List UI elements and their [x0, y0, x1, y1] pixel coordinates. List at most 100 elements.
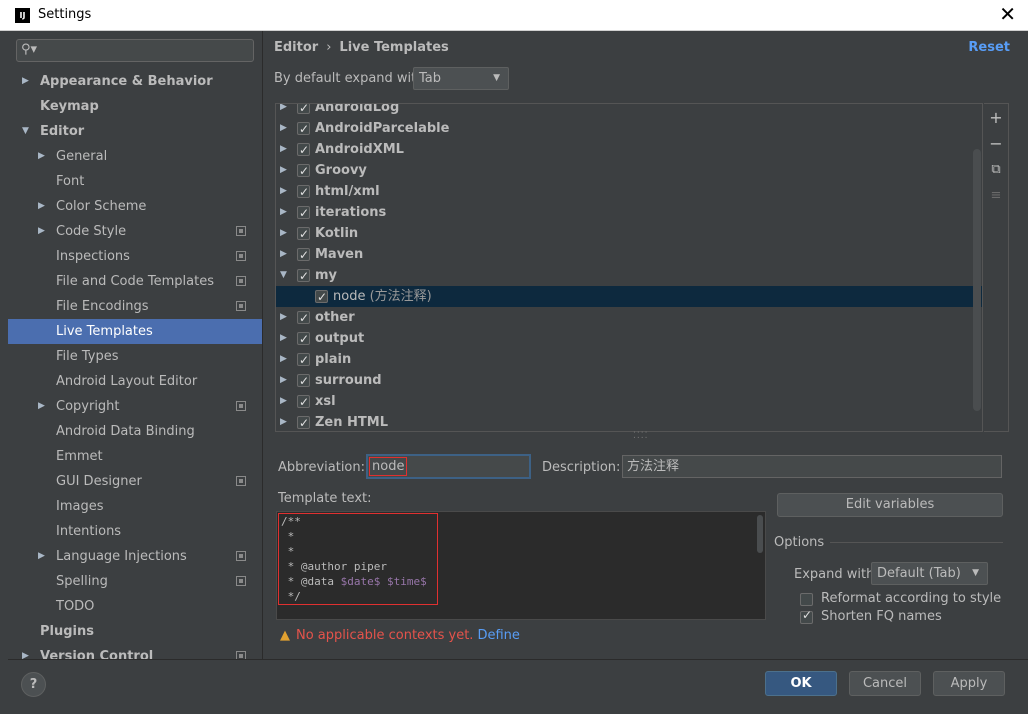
chevron-right-icon[interactable]: ▶: [280, 223, 287, 244]
template-group[interactable]: ▶ AndroidParcelable: [276, 118, 982, 140]
chevron-right-icon[interactable]: ▶: [280, 412, 287, 431]
chevron-right-icon[interactable]: ▶: [280, 370, 287, 391]
sidebar-item[interactable]: ▶ Language Injections: [8, 544, 262, 569]
reformat-checkbox[interactable]: [800, 593, 813, 606]
sidebar-item[interactable]: TODO: [8, 594, 262, 619]
template-group[interactable]: ▼ my: [276, 265, 982, 287]
search-input[interactable]: ⚲▾: [16, 39, 254, 62]
ok-button[interactable]: OK: [765, 671, 837, 696]
copy-icon[interactable]: ⧉: [989, 162, 1003, 178]
template-enabled-checkbox[interactable]: [297, 266, 310, 287]
abbreviation-input[interactable]: node: [366, 454, 531, 479]
default-expand-select[interactable]: Tab ▼: [413, 67, 509, 90]
template-group[interactable]: ▶ iterations: [276, 202, 982, 224]
templates-tree[interactable]: ▶ AndroidLog ▶ AndroidParcelable ▶ AndroidXML…: [275, 103, 983, 432]
template-group[interactable]: ▶ other: [276, 307, 982, 329]
sidebar-item[interactable]: Intentions: [8, 519, 262, 544]
template-item[interactable]: node (方法注释): [276, 286, 982, 308]
splitter-handle[interactable]: ⁚⁚⁚⁚: [633, 431, 648, 441]
add-icon[interactable]: +: [989, 110, 1003, 126]
chevron-right-icon[interactable]: ▶: [280, 328, 287, 349]
sidebar-item[interactable]: ▶ Appearance & Behavior: [8, 69, 262, 94]
chevron-right-icon[interactable]: ▶: [22, 69, 29, 94]
template-text-editor[interactable]: /** * * * @author piper * @data $date$ $…: [276, 511, 766, 620]
template-enabled-checkbox[interactable]: [297, 224, 310, 245]
sidebar-item[interactable]: ▶ Copyright: [8, 394, 262, 419]
template-enabled-checkbox[interactable]: [297, 182, 310, 203]
template-group[interactable]: ▶ Kotlin: [276, 223, 982, 245]
reset-link[interactable]: Reset: [968, 40, 1010, 55]
sidebar-item[interactable]: File Encodings: [8, 294, 262, 319]
template-group[interactable]: ▶ xsl: [276, 391, 982, 413]
sidebar-item[interactable]: Emmet: [8, 444, 262, 469]
chevron-right-icon[interactable]: ▶: [38, 144, 45, 169]
sidebar-item[interactable]: Inspections: [8, 244, 262, 269]
sidebar-item[interactable]: Images: [8, 494, 262, 519]
sidebar-item[interactable]: ▼ Editor: [8, 119, 262, 144]
sidebar-item[interactable]: Plugins: [8, 619, 262, 644]
template-enabled-checkbox[interactable]: [297, 308, 310, 329]
sidebar-item[interactable]: ▶ Color Scheme: [8, 194, 262, 219]
template-enabled-checkbox[interactable]: [297, 203, 310, 224]
chevron-right-icon[interactable]: ▶: [38, 544, 45, 569]
templates-scrollbar[interactable]: [973, 149, 981, 411]
sidebar-item[interactable]: Spelling: [8, 569, 262, 594]
template-enabled-checkbox[interactable]: [297, 350, 310, 371]
sidebar-item[interactable]: ▶ Code Style: [8, 219, 262, 244]
chevron-right-icon[interactable]: ▶: [38, 219, 45, 244]
chevron-right-icon[interactable]: ▶: [280, 160, 287, 181]
sidebar-item[interactable]: Live Templates: [8, 319, 262, 344]
template-group[interactable]: ▶ plain: [276, 349, 982, 371]
chevron-right-icon[interactable]: ▶: [22, 644, 29, 659]
template-group[interactable]: ▶ Maven: [276, 244, 982, 266]
remove-icon[interactable]: −: [989, 136, 1003, 152]
sidebar-item[interactable]: GUI Designer: [8, 469, 262, 494]
template-enabled-checkbox[interactable]: [297, 392, 310, 413]
chevron-down-icon[interactable]: ▼: [280, 265, 287, 286]
chevron-right-icon[interactable]: ▶: [280, 307, 287, 328]
template-group[interactable]: ▶ Groovy: [276, 160, 982, 182]
template-enabled-checkbox[interactable]: [297, 245, 310, 266]
chevron-right-icon[interactable]: ▶: [280, 202, 287, 223]
template-enabled-checkbox[interactable]: [297, 413, 310, 431]
description-input[interactable]: 方法注释: [622, 455, 1002, 478]
chevron-down-icon[interactable]: ▼: [22, 119, 29, 144]
expand-with-select[interactable]: Default (Tab) ▼: [871, 562, 988, 585]
cancel-button[interactable]: Cancel: [849, 671, 921, 696]
template-group[interactable]: ▶ surround: [276, 370, 982, 392]
sidebar-item[interactable]: File and Code Templates: [8, 269, 262, 294]
chevron-right-icon[interactable]: ▶: [280, 104, 287, 118]
sidebar-item[interactable]: ▶ Version Control: [8, 644, 262, 659]
template-enabled-checkbox[interactable]: [297, 119, 310, 140]
template-enabled-checkbox[interactable]: [297, 161, 310, 182]
sidebar-item[interactable]: Keymap: [8, 94, 262, 119]
sidebar-item[interactable]: Android Layout Editor: [8, 369, 262, 394]
editor-scrollbar[interactable]: [757, 515, 763, 553]
define-context-link[interactable]: Define: [477, 628, 519, 643]
template-group[interactable]: ▶ Zen HTML: [276, 412, 982, 431]
template-enabled-checkbox[interactable]: [297, 371, 310, 392]
sidebar-item[interactable]: Font: [8, 169, 262, 194]
template-enabled-checkbox[interactable]: [297, 140, 310, 161]
template-enabled-checkbox[interactable]: [297, 104, 310, 119]
sidebar-item[interactable]: Android Data Binding: [8, 419, 262, 444]
sidebar-item[interactable]: File Types: [8, 344, 262, 369]
shorten-fq-checkbox[interactable]: [800, 608, 813, 624]
edit-variables-button[interactable]: Edit variables: [777, 493, 1003, 517]
chevron-right-icon[interactable]: ▶: [280, 349, 287, 370]
close-icon[interactable]: ✕: [999, 4, 1016, 24]
apply-button[interactable]: Apply: [933, 671, 1005, 696]
chevron-right-icon[interactable]: ▶: [280, 118, 287, 139]
template-group[interactable]: ▶ output: [276, 328, 982, 350]
template-enabled-checkbox[interactable]: [297, 329, 310, 350]
template-group[interactable]: ▶ AndroidXML: [276, 139, 982, 161]
sidebar-item[interactable]: ▶ General: [8, 144, 262, 169]
template-group[interactable]: ▶ html/xml: [276, 181, 982, 203]
template-enabled-checkbox[interactable]: [315, 287, 328, 308]
help-button[interactable]: ?: [21, 672, 46, 697]
chevron-right-icon[interactable]: ▶: [280, 139, 287, 160]
chevron-right-icon[interactable]: ▶: [38, 194, 45, 219]
chevron-right-icon[interactable]: ▶: [280, 244, 287, 265]
template-group[interactable]: ▶ AndroidLog: [276, 104, 982, 119]
chevron-right-icon[interactable]: ▶: [38, 394, 45, 419]
